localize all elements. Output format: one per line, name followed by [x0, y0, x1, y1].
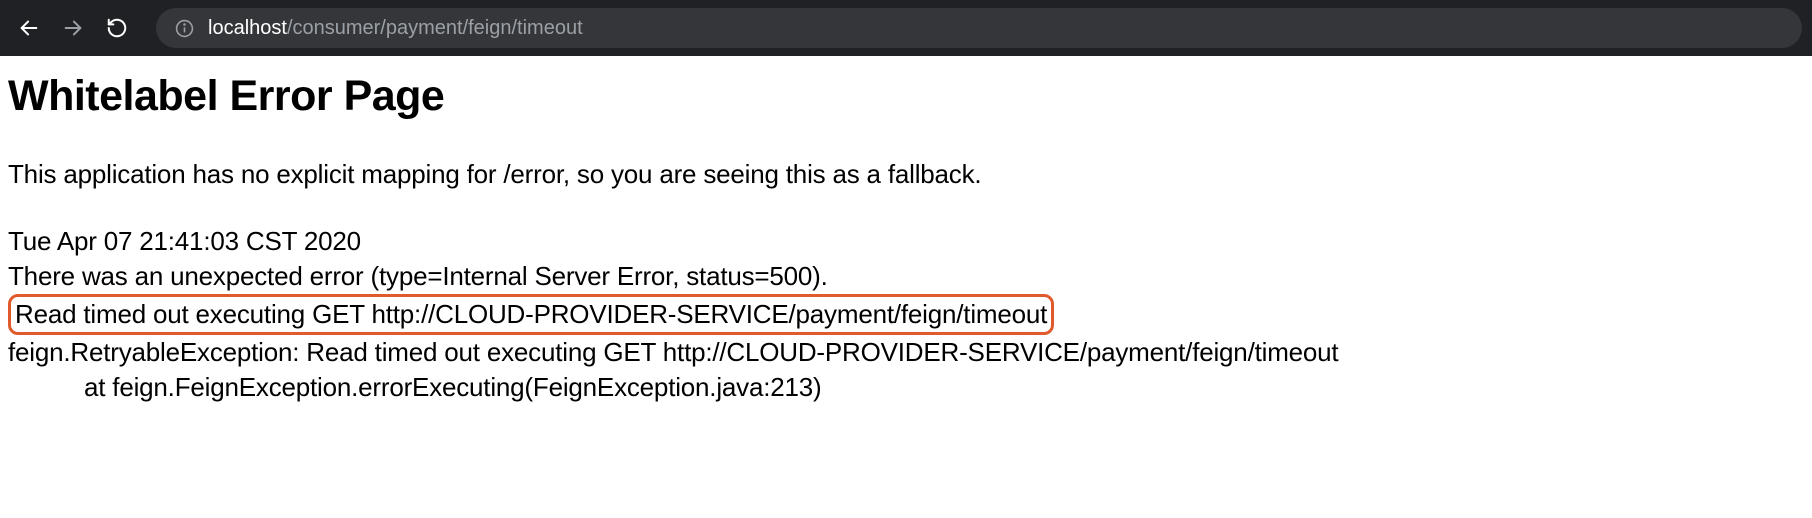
stack-trace-line: at feign.FeignException.errorExecuting(F… — [8, 370, 1804, 405]
url-host: localhost — [208, 17, 287, 39]
page-title: Whitelabel Error Page — [8, 72, 1804, 121]
error-summary: There was an unexpected error (type=Inte… — [8, 259, 1804, 294]
error-timestamp: Tue Apr 07 21:41:03 CST 2020 — [8, 224, 1804, 259]
highlight-box: Read timed out executing GET http://CLOU… — [8, 294, 1054, 335]
arrow-left-icon — [18, 17, 40, 39]
address-bar[interactable]: localhost/consumer/payment/feign/timeout — [156, 8, 1802, 48]
browser-toolbar: localhost/consumer/payment/feign/timeout — [0, 0, 1812, 56]
page-content: Whitelabel Error Page This application h… — [0, 56, 1812, 413]
page-description: This application has no explicit mapping… — [8, 159, 1804, 190]
exception-line: feign.RetryableException: Read timed out… — [8, 335, 1804, 370]
error-message-highlight: Read timed out executing GET http://CLOU… — [8, 294, 1804, 335]
reload-button[interactable] — [98, 9, 136, 47]
forward-button[interactable] — [54, 9, 92, 47]
url-text: localhost/consumer/payment/feign/timeout — [208, 17, 583, 40]
back-button[interactable] — [10, 9, 48, 47]
reload-icon — [106, 17, 128, 39]
url-path: /consumer/payment/feign/timeout — [287, 17, 583, 39]
arrow-right-icon — [62, 17, 84, 39]
info-icon — [174, 18, 194, 38]
